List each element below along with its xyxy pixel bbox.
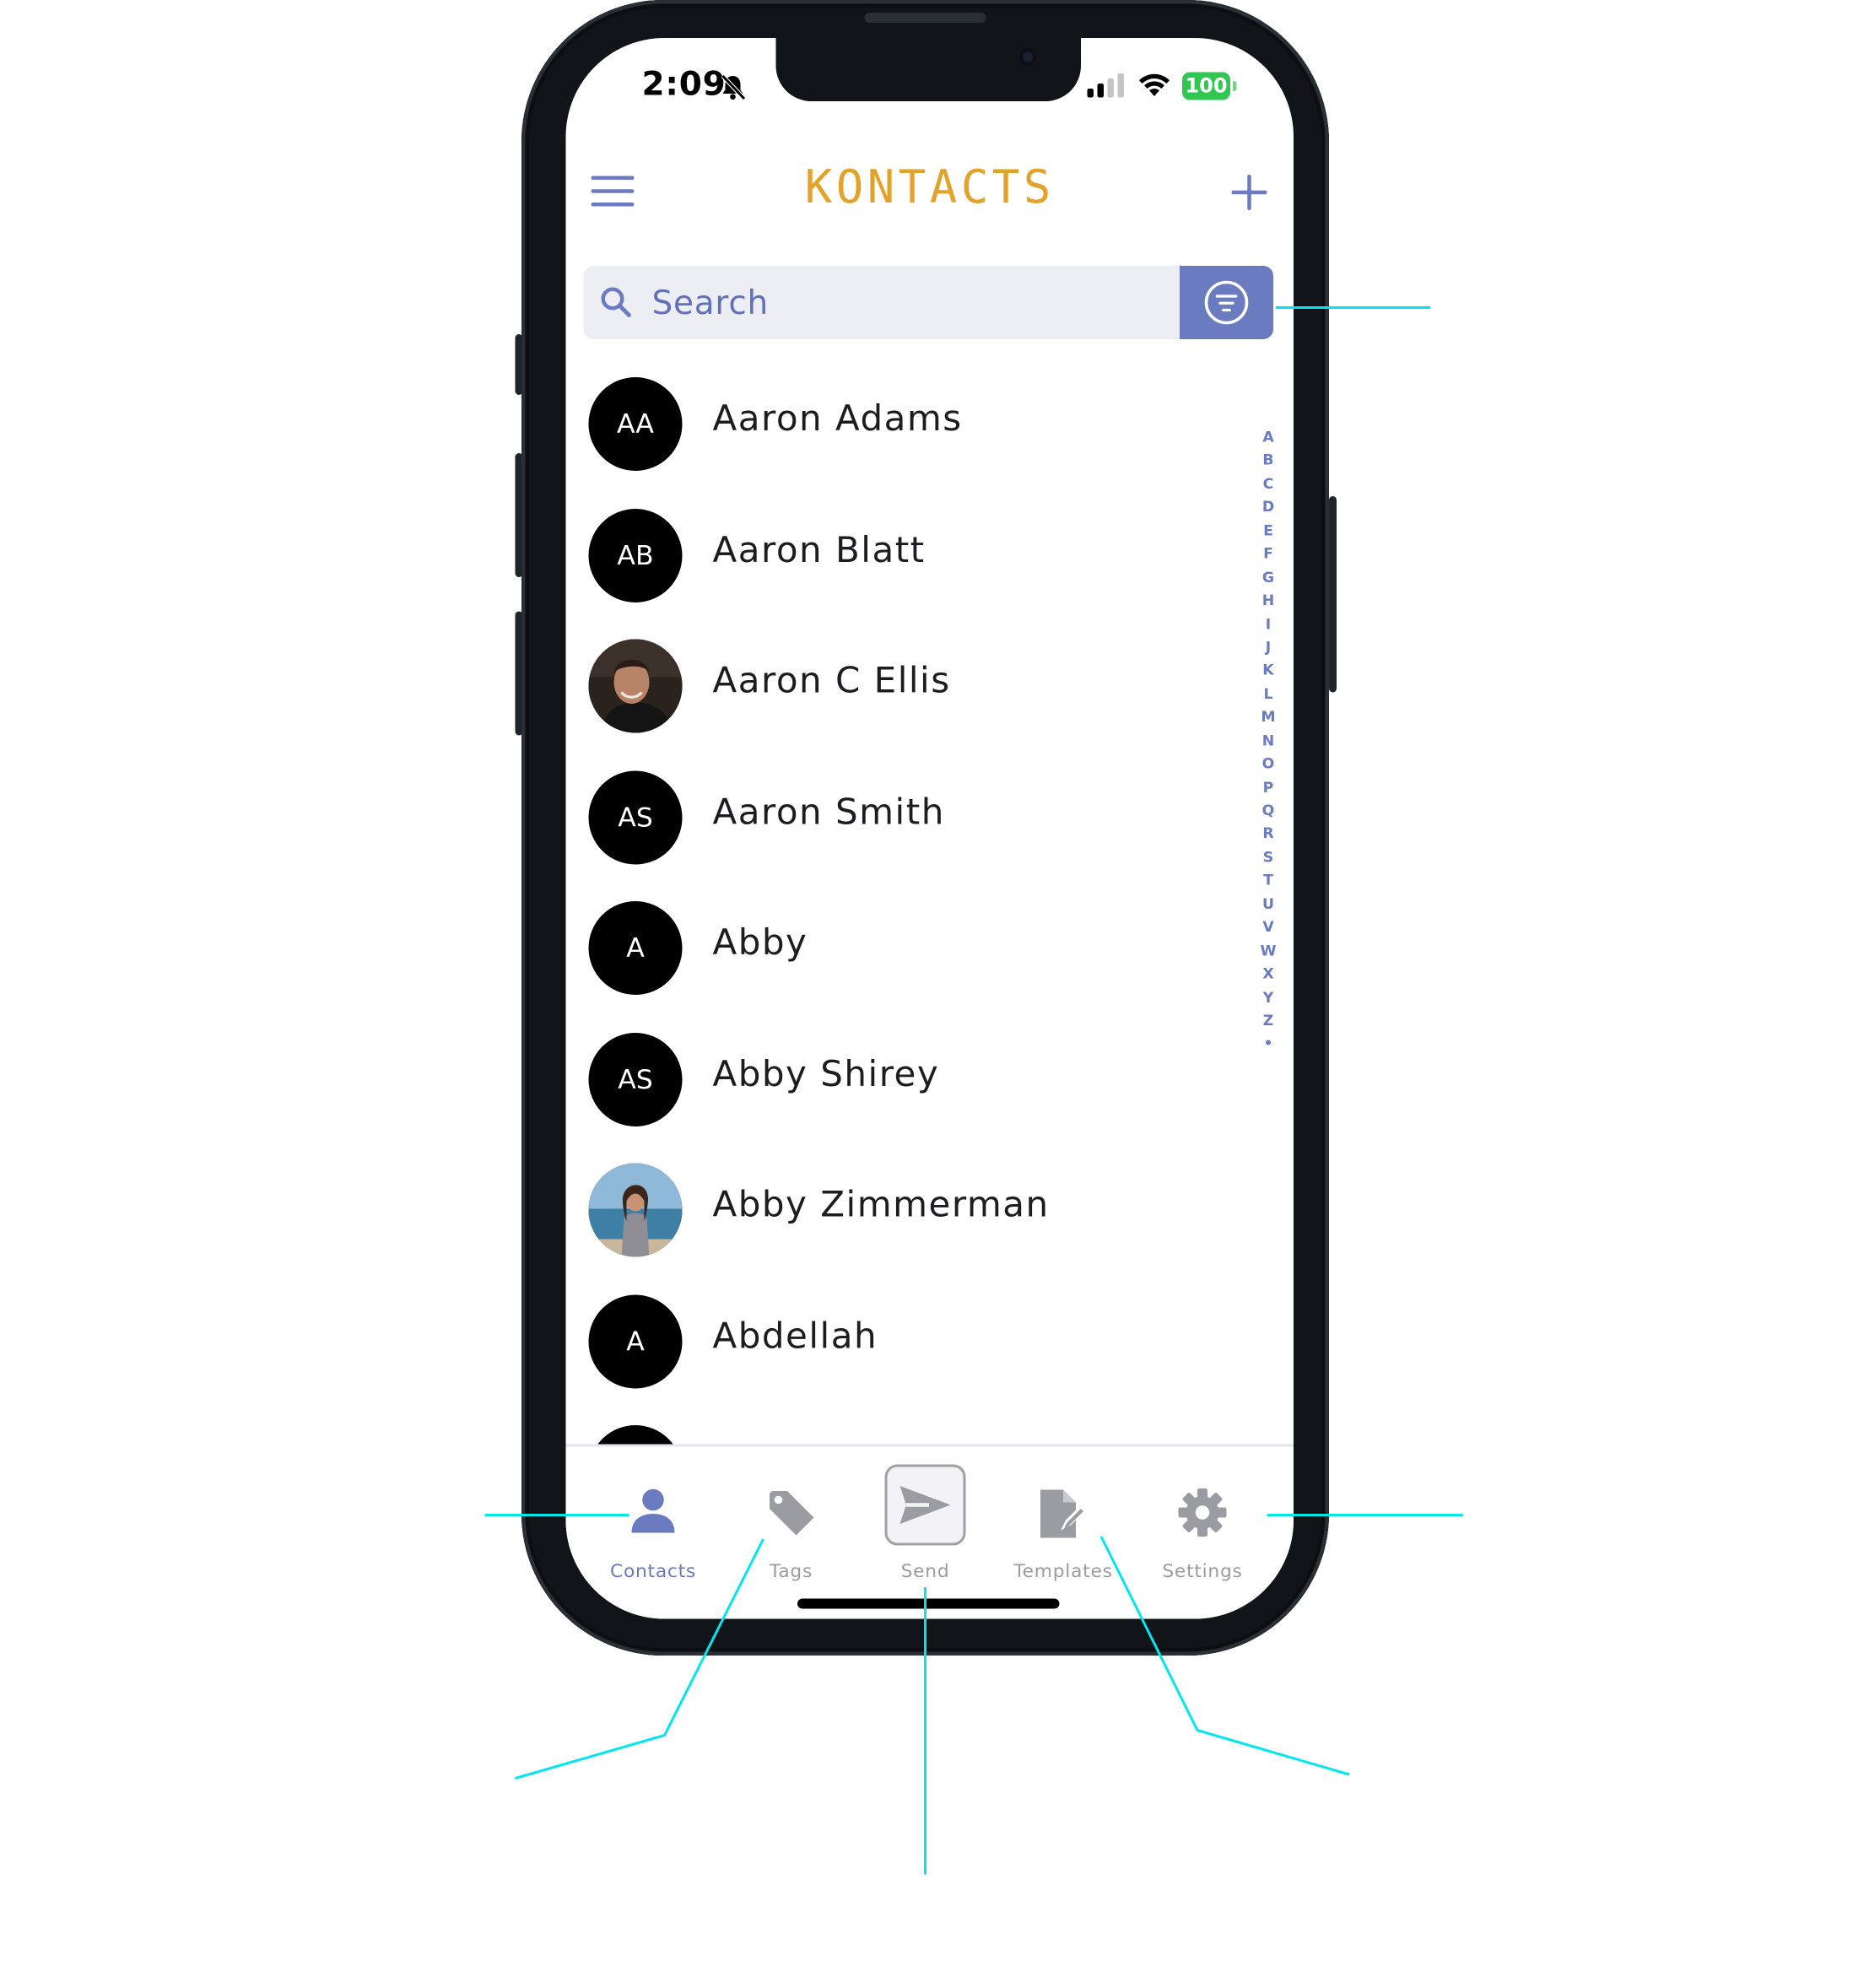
callout-lines [484,306,1463,1875]
screenshot-stage: 2:09 100 KONTACTS Search AA Aaron Adams … [0,0,1853,1987]
callout-tags [515,1538,764,1780]
callout-templates [1099,1536,1350,1776]
